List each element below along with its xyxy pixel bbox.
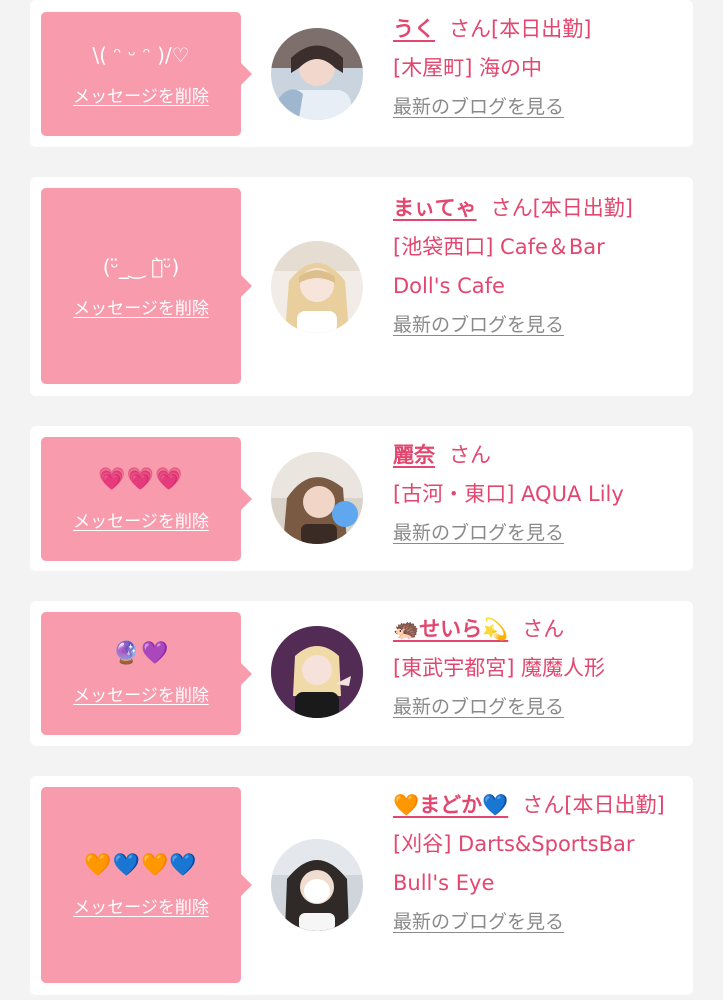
cast-name-link[interactable]: 麗奈	[393, 443, 435, 467]
message-text: 🧡💙🧡💙	[84, 852, 198, 878]
cast-name-line: 🦔せいら💫 さん	[393, 610, 678, 649]
cast-name-link[interactable]: まぃてゃ	[393, 196, 477, 220]
cast-name-line: まぃてゃ さん[本日出勤]	[393, 189, 678, 228]
cast-info: まぃてゃ さん[本日出勤] [池袋西口] Cafe＆Bar Doll's Cafe…	[393, 189, 678, 342]
message-card: 🧡💙🧡💙 メッセージを削除 🧡まどか💙 さん[本日出勤] [刈谷] Darts&S…	[30, 776, 693, 995]
cast-name-line: 🧡まどか💙 さん[本日出勤]	[393, 786, 678, 825]
latest-blog-link[interactable]: 最新のブログを見る	[393, 308, 564, 342]
delete-message-link[interactable]: メッセージを削除	[73, 507, 209, 532]
message-card: 💗💗💗 メッセージを削除 麗奈 さん [古河・東口] AQUA Lily 最新のブ…	[30, 426, 693, 571]
message-bubble: (ᵕ̈_‿ ก̀ᵕ̈) メッセージを削除	[41, 188, 252, 384]
store-info: [木屋町] 海の中	[393, 56, 543, 80]
store-info: [東武宇都宮] 魔魔人形	[393, 656, 606, 680]
honorific: さん	[449, 443, 491, 467]
store-info-line2: Doll's Cafe	[393, 274, 505, 298]
cast-info: 🦔せいら💫 さん [東武宇都宮] 魔魔人形 最新のブログを見る	[393, 610, 678, 724]
message-card: \( ᵔ ᵕ ᵔ )/♡ メッセージを削除 うく さん[本日出勤] [木屋町] 海…	[30, 0, 693, 147]
delete-message-link[interactable]: メッセージを削除	[73, 893, 209, 918]
cast-info: うく さん[本日出勤] [木屋町] 海の中 最新のブログを見る	[393, 10, 678, 124]
cast-avatar[interactable]	[271, 452, 363, 544]
message-text: 🔮💜	[112, 641, 170, 666]
cast-info: 🧡まどか💙 さん[本日出勤] [刈谷] Darts&SportsBar Bull'…	[393, 786, 678, 939]
cast-avatar[interactable]	[271, 241, 363, 333]
cast-info: 麗奈 さん [古河・東口] AQUA Lily 最新のブログを見る	[393, 436, 678, 550]
cast-name-line: 麗奈 さん	[393, 436, 678, 475]
honorific: さん	[449, 17, 491, 41]
cast-name-link[interactable]: 🧡まどか💙	[393, 793, 508, 817]
work-status: [本日出勤]	[491, 17, 592, 41]
cast-avatar[interactable]	[271, 626, 363, 718]
latest-blog-link[interactable]: 最新のブログを見る	[393, 90, 564, 124]
latest-blog-link[interactable]: 最新のブログを見る	[393, 690, 564, 724]
message-card: 🔮💜 メッセージを削除 🦔せいら💫 さん [東武宇都宮] 魔魔人形 最新のブログを…	[30, 601, 693, 746]
message-bubble: \( ᵔ ᵕ ᵔ )/♡ メッセージを削除	[41, 12, 252, 136]
latest-blog-link[interactable]: 最新のブログを見る	[393, 905, 564, 939]
store-info: [刈谷] Darts&SportsBar	[393, 832, 635, 856]
honorific: さん	[522, 617, 565, 641]
delete-message-link[interactable]: メッセージを削除	[73, 294, 209, 319]
store-info: [池袋西口] Cafe＆Bar	[393, 235, 605, 259]
honorific: さん	[522, 793, 565, 817]
store-info-line2: Bull's Eye	[393, 871, 495, 895]
cast-name-line: うく さん[本日出勤]	[393, 10, 678, 49]
cast-name-link[interactable]: うく	[393, 17, 435, 41]
message-card: (ᵕ̈_‿ ก̀ᵕ̈) メッセージを削除 まぃてゃ さん[本日出勤] [池袋西口]…	[30, 177, 693, 396]
latest-blog-link[interactable]: 最新のブログを見る	[393, 516, 564, 550]
message-text: (ᵕ̈_‿ ก̀ᵕ̈)	[102, 254, 180, 279]
work-status: [本日出勤]	[532, 196, 633, 220]
message-bubble: 🔮💜 メッセージを削除	[41, 612, 252, 735]
cast-avatar[interactable]	[271, 28, 363, 120]
store-info: [古河・東口] AQUA Lily	[393, 482, 624, 506]
work-status: [本日出勤]	[564, 793, 665, 817]
message-bubble: 🧡💙🧡💙 メッセージを削除	[41, 787, 252, 983]
delete-message-link[interactable]: メッセージを削除	[73, 82, 209, 107]
message-text: 💗💗💗	[98, 466, 184, 492]
message-text: \( ᵔ ᵕ ᵔ )/♡	[92, 42, 190, 67]
cast-avatar[interactable]	[271, 839, 363, 931]
honorific: さん	[490, 196, 533, 220]
delete-message-link[interactable]: メッセージを削除	[73, 681, 209, 706]
cast-name-link[interactable]: 🦔せいら💫	[393, 617, 508, 641]
message-bubble: 💗💗💗 メッセージを削除	[41, 437, 252, 561]
